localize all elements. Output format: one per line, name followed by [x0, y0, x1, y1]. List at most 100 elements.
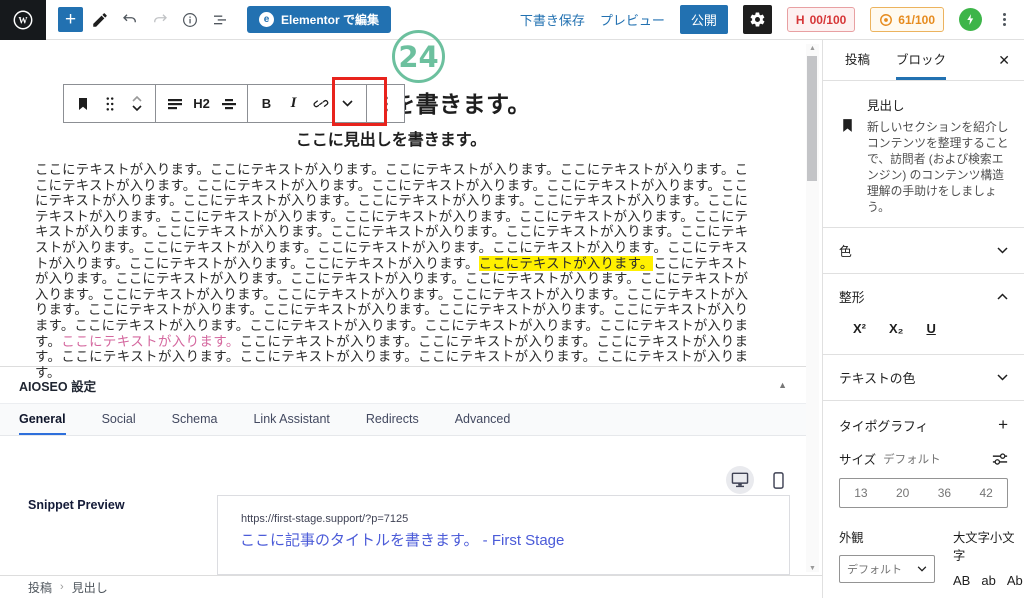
link-button[interactable]: [307, 86, 334, 122]
panel-text-color-label: テキストの色: [839, 368, 915, 387]
collapse-arrow-icon[interactable]: ▲: [778, 380, 787, 390]
elementor-icon: e: [259, 12, 274, 27]
lowercase-button[interactable]: ab: [981, 573, 995, 588]
annotation-step-circle: 24: [392, 30, 445, 83]
panel-typography: タイポグラフィ + サイズ デフォルト 13 20 36 42: [823, 401, 1024, 598]
panel-format-header[interactable]: 整形: [823, 274, 1024, 319]
heading-block-h3[interactable]: ここに見出しを書きます。: [35, 126, 747, 150]
list-view-icon: [211, 11, 229, 29]
align-center-button[interactable]: [215, 86, 242, 122]
breadcrumb-heading: 見出し: [72, 579, 108, 596]
bold-button[interactable]: B: [253, 86, 280, 122]
panel-format-label: 整形: [839, 287, 865, 306]
desktop-preview-button[interactable]: [726, 466, 754, 494]
list-view-button[interactable]: [207, 7, 233, 33]
aioseo-tab-general[interactable]: General: [19, 404, 66, 435]
lettercase-label: 大文字小文字: [953, 528, 1023, 564]
size-settings-button[interactable]: [992, 452, 1008, 466]
phone-icon: [773, 472, 784, 489]
scroll-up-arrow[interactable]: ▲: [806, 45, 819, 52]
redo-button[interactable]: [147, 7, 173, 33]
toolbar-group-block: [64, 85, 156, 122]
block-card-title: 見出し: [867, 95, 1010, 114]
sidebar-tab-post[interactable]: 投稿: [845, 40, 870, 80]
editor-canvas: ここに見出しを書きます。 ここに見出しを書きます。: [0, 40, 822, 575]
settings-toggle-button[interactable]: [743, 5, 772, 34]
body-paragraph[interactable]: ここにテキストが入ります。ここにテキストが入ります。ここにテキストが入ります。こ…: [35, 162, 748, 380]
drag-dots-icon: [104, 96, 116, 112]
boost-badge[interactable]: [959, 8, 982, 31]
content-scrollbar[interactable]: ▲ ▼: [806, 44, 819, 572]
header-actions: 下書き保存 プレビュー 公開 H 00/100 61/100: [520, 5, 1024, 34]
font-size-row: サイズ デフォルト: [823, 449, 1024, 476]
superscript-button[interactable]: X²: [853, 321, 866, 336]
size-default-value: デフォルト: [883, 451, 941, 467]
heading-block-icon-wrap: [839, 117, 856, 215]
aioseo-tab-redirects[interactable]: Redirects: [366, 404, 419, 435]
target-icon: [879, 13, 893, 27]
seo-score-badge[interactable]: 61/100: [870, 7, 944, 32]
subscript-button[interactable]: X₂: [889, 321, 903, 336]
breadcrumb-bar: 投稿 › 見出し: [0, 575, 822, 598]
mobile-preview-button[interactable]: [764, 466, 792, 494]
header-tools: +: [58, 7, 233, 33]
publish-button[interactable]: 公開: [680, 5, 728, 34]
close-sidebar-button[interactable]: ✕: [998, 52, 1010, 69]
block-inserter-button[interactable]: +: [58, 7, 83, 32]
panel-typography-header[interactable]: タイポグラフィ +: [823, 401, 1024, 449]
wordpress-logo[interactable]: W: [0, 0, 46, 40]
breadcrumb-post[interactable]: 投稿: [28, 579, 52, 596]
lightning-icon: [964, 13, 977, 26]
size-label: サイズ: [839, 449, 876, 468]
font-size-42[interactable]: 42: [965, 479, 1007, 507]
appearance-select[interactable]: デフォルト: [839, 555, 935, 583]
sidebar-tab-block[interactable]: ブロック: [896, 40, 946, 80]
elementor-button-label: Elementor で編集: [281, 11, 379, 28]
align-left-button[interactable]: [161, 86, 188, 122]
headline-score-badge[interactable]: H 00/100: [787, 7, 855, 32]
aioseo-tab-social[interactable]: Social: [102, 404, 136, 435]
bookmark-icon: [839, 117, 856, 134]
capitalize-button[interactable]: Ab: [1007, 573, 1023, 588]
preview-button[interactable]: プレビュー: [600, 10, 665, 29]
plus-icon[interactable]: +: [998, 415, 1008, 435]
panel-color-header[interactable]: 色: [823, 228, 1024, 273]
edit-with-elementor-button[interactable]: e Elementor で編集: [247, 6, 391, 33]
underline-button[interactable]: U: [926, 321, 935, 336]
wordpress-icon: W: [12, 9, 34, 31]
scrollbar-thumb[interactable]: [807, 56, 817, 181]
save-draft-button[interactable]: 下書き保存: [520, 10, 585, 29]
snippet-preview-box: https://first-stage.support/?p=7125 ここに記…: [217, 495, 790, 575]
panel-color-label: 色: [839, 241, 852, 260]
snippet-preview-label: Snippet Preview: [28, 498, 125, 512]
aioseo-tab-schema[interactable]: Schema: [172, 404, 218, 435]
font-size-13[interactable]: 13: [840, 479, 882, 507]
details-button[interactable]: [177, 7, 203, 33]
font-size-20[interactable]: 20: [882, 479, 924, 507]
block-info-card: 見出し 新しいセクションを紹介しコンテンツを整理することで、訪問者 (および検索…: [823, 81, 1024, 228]
font-size-picker: 13 20 36 42: [839, 478, 1008, 508]
move-down-icon: [131, 104, 143, 112]
sidebar-tab-bar: 投稿 ブロック ✕: [823, 40, 1024, 81]
edit-tool-button[interactable]: [87, 7, 113, 33]
uppercase-button[interactable]: AB: [953, 573, 970, 588]
undo-button[interactable]: [117, 7, 143, 33]
aioseo-tab-bar: General Social Schema Link Assistant Red…: [0, 403, 806, 436]
pencil-icon: [91, 11, 109, 29]
panel-text-color: テキストの色: [823, 355, 1024, 401]
sliders-icon: [992, 452, 1008, 466]
italic-button[interactable]: I: [280, 86, 307, 122]
panel-text-color-header[interactable]: テキストの色: [823, 355, 1024, 400]
block-movers[interactable]: [123, 86, 150, 122]
drag-handle[interactable]: [96, 86, 123, 122]
move-up-icon: [131, 95, 143, 103]
snippet-title-link[interactable]: ここに記事のタイトルを書きます。 - First Stage: [240, 529, 564, 550]
scroll-down-arrow[interactable]: ▼: [806, 565, 819, 572]
options-menu-button[interactable]: [997, 9, 1012, 30]
panel-color: 色: [823, 228, 1024, 274]
block-type-button[interactable]: [69, 86, 96, 122]
heading-level-button[interactable]: H2: [188, 86, 215, 122]
aioseo-tab-link-assistant[interactable]: Link Assistant: [253, 404, 329, 435]
aioseo-tab-advanced[interactable]: Advanced: [455, 404, 511, 435]
font-size-36[interactable]: 36: [924, 479, 966, 507]
